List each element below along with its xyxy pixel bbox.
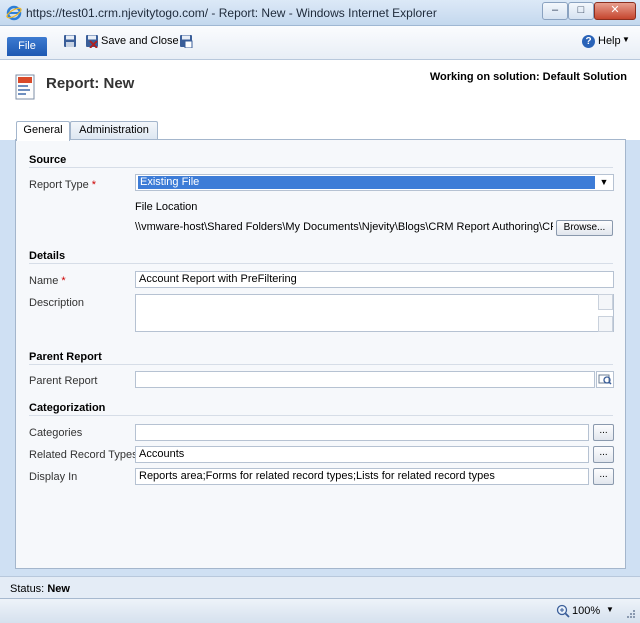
save-icon[interactable]: [63, 34, 77, 48]
section-title-source: Source: [29, 154, 67, 166]
section-title-categorization: Categorization: [29, 402, 106, 414]
name-input[interactable]: Account Report with PreFiltering: [135, 271, 614, 288]
status-text: Status: New: [10, 583, 70, 595]
form-status-bar: Status: New: [0, 576, 640, 598]
lookup-button[interactable]: [596, 371, 614, 388]
file-button[interactable]: File: [7, 37, 47, 56]
report-icon: [15, 74, 35, 100]
divider: [29, 263, 613, 264]
parent-report-label: Parent Report: [29, 375, 98, 387]
window-title: https://test01.crm.njevitytogo.com/ - Re…: [26, 6, 437, 20]
browser-status-bar: 100% ▼: [0, 598, 640, 623]
minimize-button[interactable]: –: [542, 2, 568, 20]
section-title-parent-report: Parent Report: [29, 351, 102, 363]
form-panel: Source Report Type * Existing File ▼ File…: [15, 139, 626, 569]
description-label: Description: [29, 297, 85, 309]
file-location-input[interactable]: \\vmware-host\Shared Folders\My Document…: [135, 221, 553, 233]
browse-button[interactable]: Browse...: [556, 220, 613, 236]
chevron-down-icon[interactable]: ▼: [606, 605, 614, 614]
internet-explorer-icon: [6, 5, 22, 21]
maximize-button[interactable]: □: [568, 2, 594, 20]
window-titlebar: https://test01.crm.njevitytogo.com/ - Re…: [0, 0, 640, 26]
command-bar: File Save and Close ? Help ▼: [0, 26, 640, 60]
categories-picker-button[interactable]: ...: [593, 424, 614, 441]
related-record-types-picker-button[interactable]: ...: [593, 446, 614, 463]
related-record-types-label: Related Record Types: [29, 449, 138, 461]
report-type-label: Report Type *: [29, 179, 97, 191]
parent-report-input[interactable]: [135, 371, 595, 388]
related-record-types-input[interactable]: Accounts: [135, 446, 589, 463]
tab-bar: General Administration: [0, 120, 640, 141]
tab-administration[interactable]: Administration: [70, 121, 158, 140]
name-label: Name *: [29, 275, 66, 287]
resize-grip-icon[interactable]: [624, 607, 636, 619]
status-value: New: [47, 583, 70, 595]
divider: [29, 167, 613, 168]
lookup-icon: [598, 374, 612, 385]
report-type-value: Existing File: [138, 176, 595, 189]
close-button[interactable]: ✕: [594, 2, 636, 20]
scrollbar-down[interactable]: [598, 316, 613, 332]
save-and-close-button[interactable]: Save and Close: [101, 35, 179, 47]
save-and-close-icon[interactable]: [85, 34, 99, 48]
categories-label: Categories: [29, 427, 83, 439]
zoom-icon[interactable]: [556, 604, 570, 618]
page-title: Report: New: [46, 75, 135, 92]
display-in-label: Display In: [29, 471, 78, 483]
form-header: Report: New Working on solution: Default…: [0, 60, 640, 120]
solution-indicator: Working on solution: Default Solution: [429, 71, 627, 83]
required-marker: *: [61, 275, 66, 287]
zoom-level[interactable]: 100%: [572, 605, 600, 617]
help-button[interactable]: Help: [598, 35, 621, 47]
divider: [29, 415, 613, 416]
section-title-details: Details: [29, 250, 66, 262]
display-in-picker-button[interactable]: ...: [593, 468, 614, 485]
divider: [29, 364, 613, 365]
tab-general[interactable]: General: [16, 121, 70, 141]
categories-input[interactable]: [135, 424, 589, 441]
chevron-down-icon[interactable]: ▼: [597, 176, 611, 189]
file-location-label: File Location: [135, 201, 198, 213]
save-as-icon[interactable]: [179, 34, 193, 48]
scrollbar-up[interactable]: [598, 294, 613, 310]
required-marker: *: [91, 179, 97, 191]
report-type-select[interactable]: Existing File ▼: [135, 174, 614, 191]
display-in-input[interactable]: Reports area;Forms for related record ty…: [135, 468, 589, 485]
description-textarea[interactable]: [135, 294, 614, 332]
chevron-down-icon[interactable]: ▼: [622, 35, 630, 44]
help-icon[interactable]: ?: [582, 35, 595, 48]
